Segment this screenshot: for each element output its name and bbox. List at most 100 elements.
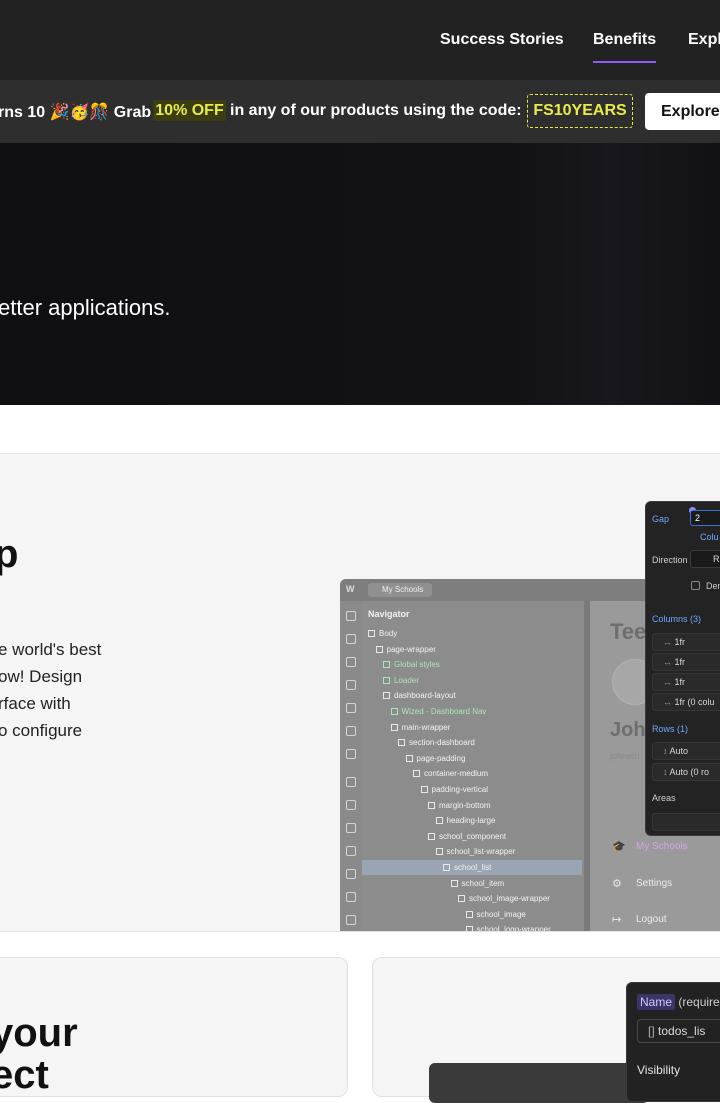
canvas-heading: Tee bbox=[610, 619, 647, 644]
navigator-tree-item[interactable]: heading-large bbox=[435, 814, 495, 828]
feature-section: p e world's best ow! Design rface with o… bbox=[0, 453, 720, 932]
tree-item-label: main-wrapper bbox=[401, 722, 451, 732]
tree-item-label: container-medium bbox=[424, 769, 489, 779]
columns-title: Columns (3) bbox=[652, 614, 702, 624]
array-icon: [] bbox=[648, 1024, 659, 1038]
column-row[interactable]: ↔ 1fr bbox=[652, 633, 720, 651]
navigator-tree-item[interactable]: margin-bottom bbox=[428, 799, 491, 813]
tree-item-label: dashboard-layout bbox=[394, 691, 456, 701]
logout-icon: ↦ bbox=[612, 914, 622, 926]
element-box-icon bbox=[428, 832, 435, 840]
tree-item-label: page-wrapper bbox=[386, 644, 436, 654]
tree-item-label: school_list bbox=[454, 863, 492, 872]
hero-section: etter applications. bbox=[0, 143, 720, 405]
navigator-tree-item[interactable]: container-medium bbox=[413, 767, 488, 781]
promo-text-before: rns 10 🎉🥳🎊 Grab bbox=[0, 104, 152, 121]
canvas-menu-item[interactable]: Settings bbox=[636, 878, 672, 889]
wized-icon bbox=[346, 915, 356, 925]
navigator-tree-item[interactable]: page-padding bbox=[405, 752, 465, 766]
name-required-hint: (require bbox=[678, 995, 720, 1009]
name-input-value: todos_lis bbox=[658, 1024, 706, 1038]
add-icon bbox=[346, 611, 356, 621]
data-field-panel: Name (require [] todos_lis Visibility bbox=[626, 982, 720, 1102]
name-field-label: Name (require bbox=[637, 994, 720, 1010]
column-width-icon: ↔ bbox=[663, 697, 675, 707]
navigator-tree-item[interactable]: school_logo-wrapper bbox=[465, 923, 551, 932]
tree-item-label: school_item bbox=[461, 878, 505, 888]
element-box-icon bbox=[435, 848, 443, 856]
navigator-tree-item[interactable]: school_list-wrapper bbox=[435, 845, 515, 859]
navigator-tree-item[interactable]: school_item bbox=[450, 877, 505, 891]
column-row[interactable]: ↔ 1fr (0 colu bbox=[652, 693, 720, 711]
element-box-icon bbox=[465, 926, 473, 931]
nav-link-benefits[interactable]: Benefits bbox=[593, 31, 656, 49]
tree-item-label: school_image-wrapper bbox=[469, 894, 550, 904]
name-input[interactable]: [] todos_lis bbox=[637, 1019, 720, 1043]
audit-icon bbox=[346, 892, 356, 902]
tool-rail bbox=[340, 601, 362, 931]
column-width-icon: ↔ bbox=[663, 657, 675, 667]
navigator-tree-item[interactable]: main-wrapper bbox=[390, 721, 451, 735]
explore-button[interactable]: Explore bbox=[645, 93, 720, 130]
tree-item-label: school_logo-wrapper bbox=[476, 925, 551, 932]
logic-icon bbox=[346, 800, 356, 810]
tree-item-label: Loader bbox=[394, 675, 419, 685]
navigator-icon bbox=[346, 657, 356, 667]
navigator-tree-item[interactable]: section-dashboard bbox=[398, 736, 475, 750]
row-row[interactable]: ↕ Auto (0 ro bbox=[652, 763, 720, 781]
grid-settings-panel: Gap 2 Colu Direction R Den Columns (3) ↔… bbox=[645, 501, 720, 836]
graduation-cap-icon: 🎓 bbox=[612, 841, 626, 853]
navigator-tree-item[interactable]: Body bbox=[368, 627, 397, 641]
nav-link-explore[interactable]: Expl bbox=[688, 31, 720, 49]
row-row[interactable]: ↕ Auto bbox=[652, 742, 720, 760]
navigator-title: Navigator bbox=[368, 609, 410, 619]
dense-checkbox[interactable] bbox=[691, 581, 700, 590]
element-box-icon bbox=[390, 723, 398, 731]
element-box-icon bbox=[398, 739, 405, 747]
row-value: Auto (0 ro bbox=[669, 767, 710, 777]
navigator-tree-item[interactable]: Loader bbox=[383, 674, 419, 688]
element-box-icon bbox=[405, 754, 413, 762]
direction-label: Direction bbox=[652, 555, 688, 565]
columns-link[interactable]: Colu bbox=[700, 532, 719, 542]
column-value: 1fr bbox=[674, 677, 686, 687]
tree-item-label: Wized - Dashboard Nav bbox=[401, 707, 487, 716]
navigator-tree-item[interactable]: school_image-wrapper bbox=[458, 892, 550, 906]
nav-link-success-stories[interactable]: Success Stories bbox=[440, 31, 564, 49]
promo-code[interactable]: FS10YEARS bbox=[527, 94, 633, 128]
feature-paragraph-line: e world's best bbox=[0, 640, 102, 659]
tree-item-label: section-dashboard bbox=[409, 738, 475, 748]
navigator-tree-item[interactable]: Wized - Dashboard Nav bbox=[390, 705, 487, 719]
navigator-tree-item[interactable]: school_image bbox=[465, 908, 526, 922]
promo-text-after: in any of our products using the code: bbox=[230, 102, 522, 119]
element-box-icon bbox=[390, 708, 398, 715]
apps-icon bbox=[346, 869, 356, 879]
navigator-tree-item[interactable]: page-wrapper bbox=[375, 643, 436, 657]
tree-item-label: margin-bottom bbox=[439, 800, 491, 810]
direction-select[interactable]: R bbox=[690, 550, 720, 568]
navigator-tree-item[interactable]: dashboard-layout bbox=[383, 689, 456, 703]
areas-field[interactable] bbox=[652, 813, 720, 831]
canvas-menu-item[interactable]: Logout bbox=[636, 914, 667, 925]
feature-paragraph-line: rface with bbox=[0, 694, 71, 713]
navigator-tree-item[interactable]: padding-vertical bbox=[420, 783, 488, 797]
column-value: 1fr (0 colu bbox=[674, 697, 715, 707]
element-box-icon bbox=[383, 692, 390, 700]
hero-subtitle: etter applications. bbox=[0, 295, 171, 320]
element-box-icon bbox=[435, 817, 443, 825]
navigator-tree-item[interactable]: Global styles bbox=[383, 658, 440, 672]
element-box-icon bbox=[368, 630, 375, 637]
areas-label: Areas bbox=[652, 793, 676, 803]
navigator-tree-item[interactable]: school_list bbox=[443, 861, 491, 875]
name-tag: Name bbox=[637, 994, 676, 1010]
column-row[interactable]: ↔ 1fr bbox=[652, 653, 720, 671]
gap-input[interactable]: 2 bbox=[690, 510, 720, 526]
canvas-menu-item[interactable]: My Schools bbox=[636, 841, 688, 852]
navigator-tree-item[interactable]: school_component bbox=[428, 830, 506, 844]
top-nav: Success Stories Benefits Expl bbox=[0, 0, 720, 80]
cms-icon bbox=[346, 777, 356, 787]
element-box-icon bbox=[465, 910, 473, 918]
row-value: Auto bbox=[669, 746, 689, 756]
tree-item-label: school_image bbox=[476, 909, 526, 919]
column-row[interactable]: ↔ 1fr bbox=[652, 673, 720, 691]
